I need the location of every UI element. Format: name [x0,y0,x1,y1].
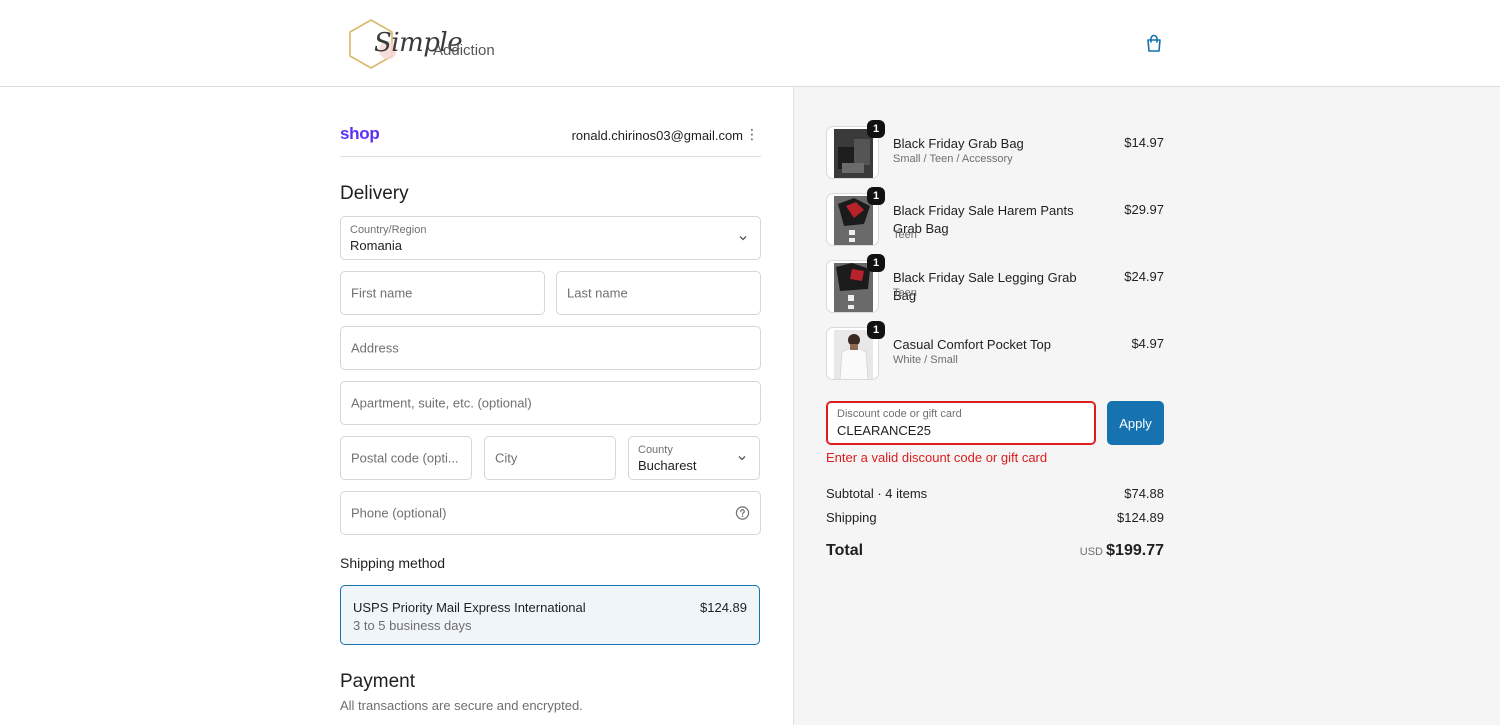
account-row: shop ronald.chirinos03@gmail.com ⋮ [340,120,761,157]
cart-item: 1 Casual Comfort Pocket Top White / Smal… [826,321,1164,381]
apply-discount-button[interactable]: Apply [1107,401,1164,445]
discount-code-value: CLEARANCE25 [837,423,931,438]
item-price: $24.97 [1124,269,1164,284]
apartment-placeholder: Apartment, suite, etc. (optional) [351,395,532,411]
delivery-heading: Delivery [340,183,409,204]
item-variant: Teen [893,229,917,241]
shipping-option-price: $124.89 [700,600,747,615]
shop-pay-logo: shop [340,124,380,143]
city-field[interactable]: City [484,436,616,480]
discount-error-message: Enter a valid discount code or gift card [826,450,1048,465]
cart-button[interactable] [1144,33,1164,53]
address-placeholder: Address [351,340,399,356]
last-name-placeholder: Last name [567,285,628,301]
logo-sans-text: Addiction [433,42,495,59]
item-name: Black Friday Grab Bag [893,136,1024,151]
help-circle-icon[interactable] [735,506,750,521]
product-image [834,263,873,312]
postal-code-placeholder: Postal code (opti... [351,450,459,466]
subtotal-value: $74.88 [1124,486,1164,501]
site-header: Simple Addiction [0,0,1500,87]
chevron-down-icon [738,456,746,461]
discount-code-input[interactable]: Discount code or gift card CLEARANCE25 [826,401,1096,445]
item-variant: Teen [893,287,917,299]
subtotal-row: Subtotal · 4 items $74.88 [826,486,1164,501]
shipping-option-name: USPS Priority Mail Express International [353,600,586,615]
cart-item: 1 Black Friday Sale Legging Grab Bag Tee… [826,254,1164,314]
item-variant: White / Small [893,354,958,366]
payment-heading: Payment [340,671,415,692]
item-name: Black Friday Sale Legging Grab Bag [893,270,1077,303]
product-image [834,129,873,178]
item-price: $29.97 [1124,202,1164,217]
phone-field[interactable]: Phone (optional) [340,491,761,535]
apartment-field[interactable]: Apartment, suite, etc. (optional) [340,381,761,425]
cart-item: 1 Black Friday Sale Harem Pants Grab Bag… [826,187,1164,247]
shopping-bag-icon [1147,34,1161,52]
item-name: Casual Comfort Pocket Top [893,337,1051,352]
account-email: ronald.chirinos03@gmail.com [571,128,743,143]
county-label: County [638,444,673,456]
total-row: Total USD $199.77 [826,542,1164,560]
store-logo[interactable]: Simple Addiction [346,18,516,70]
item-variant: Small / Teen / Accessory [893,153,1013,165]
chevron-down-icon [739,236,747,241]
shipping-value: $124.89 [1117,510,1164,525]
country-label: Country/Region [350,224,427,236]
item-price: $14.97 [1124,135,1164,150]
first-name-field[interactable]: First name [340,271,545,315]
shipping-label: Shipping [826,510,877,525]
total-currency: USD [1079,546,1103,558]
phone-placeholder: Phone (optional) [351,505,447,521]
total-value: $199.77 [1106,542,1164,559]
first-name-placeholder: First name [351,285,413,301]
shipping-row: Shipping $124.89 [826,510,1164,525]
product-image [834,196,873,245]
city-placeholder: City [495,450,518,466]
payment-subtitle: All transactions are secure and encrypte… [340,698,583,713]
postal-code-field[interactable]: Postal code (opti... [340,436,472,480]
last-name-field[interactable]: Last name [556,271,761,315]
quantity-badge: 1 [867,321,885,339]
kebab-menu-icon[interactable]: ⋮ [745,127,759,141]
product-image [834,330,873,379]
shipping-method-heading: Shipping method [340,555,446,571]
discount-code-label: Discount code or gift card [837,408,962,420]
item-name: Black Friday Sale Harem Pants Grab Bag [893,203,1074,236]
county-select[interactable]: County Bucharest [628,436,760,480]
quantity-badge: 1 [867,187,885,205]
country-select[interactable]: Country/Region Romania [340,216,761,260]
shipping-option-days: 3 to 5 business days [353,618,472,633]
item-price: $4.97 [1131,336,1164,351]
total-label: Total [826,542,864,559]
quantity-badge: 1 [867,254,885,272]
country-value: Romania [350,238,403,253]
county-value: Bucharest [638,458,697,473]
address-field[interactable]: Address [340,326,761,370]
shipping-option[interactable]: USPS Priority Mail Express International… [340,585,760,645]
subtotal-label: Subtotal · 4 items [826,486,928,501]
quantity-badge: 1 [867,120,885,138]
cart-item: 1 Black Friday Grab Bag Small / Teen / A… [826,120,1164,180]
